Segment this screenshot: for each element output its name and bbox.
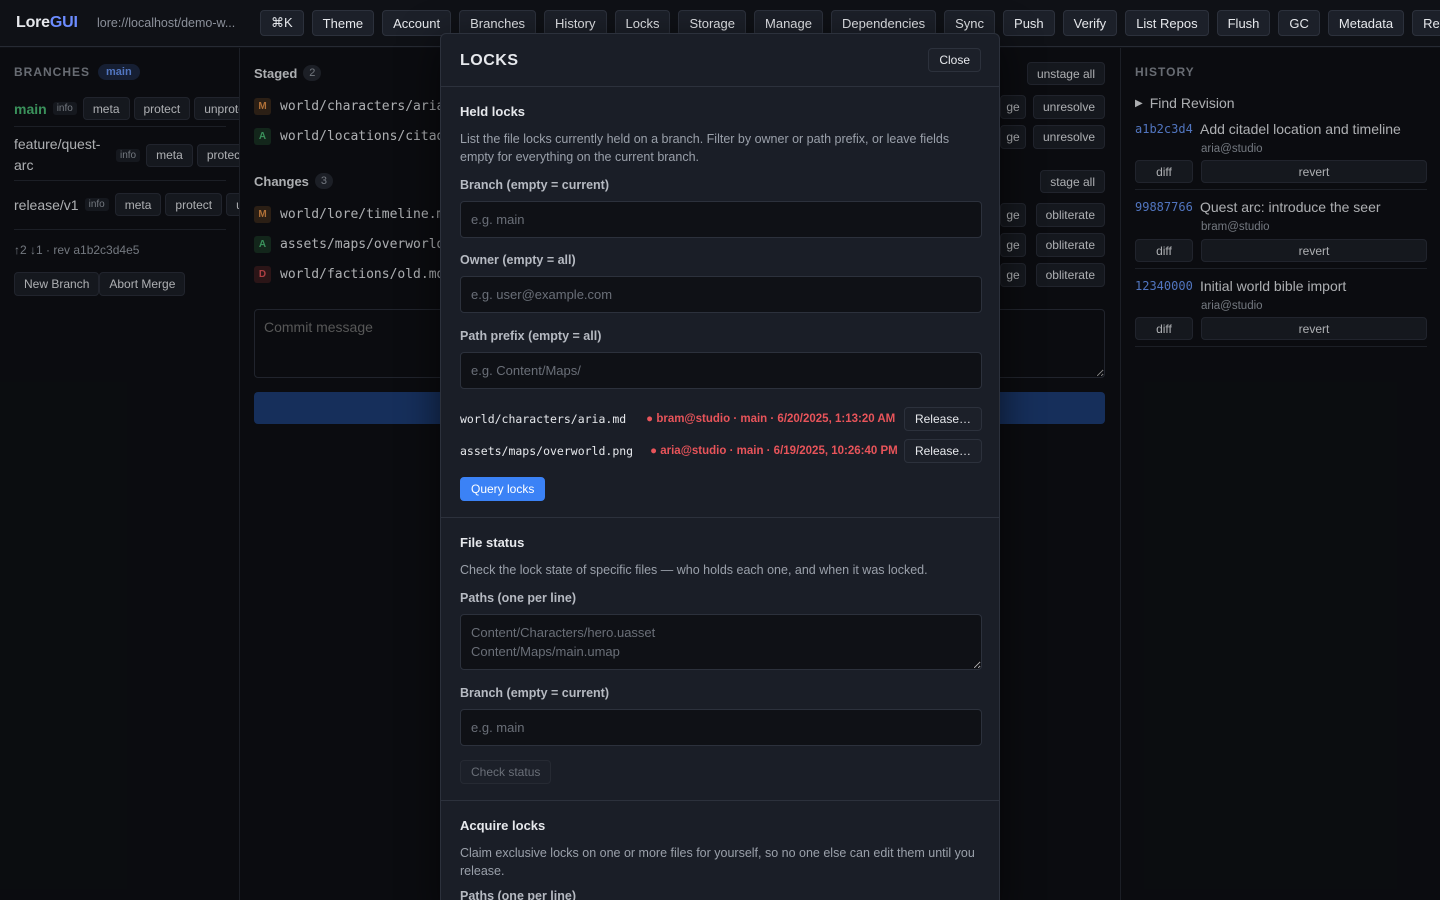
divider xyxy=(441,86,999,87)
divider xyxy=(441,800,999,801)
branch-label: Branch (empty = current) xyxy=(460,178,609,192)
account-button[interactable]: Account xyxy=(382,10,452,36)
refresh-button[interactable]: Refresh xyxy=(1412,10,1440,36)
divider xyxy=(441,517,999,518)
close-button[interactable]: Close xyxy=(928,48,981,72)
locks-modal: LOCKS Close Held locks List the file loc… xyxy=(440,33,1000,900)
query-locks-button[interactable]: Query locks xyxy=(460,477,546,501)
release-lock-button[interactable]: Release… xyxy=(903,407,982,431)
owner-label: Owner (empty = all) xyxy=(460,253,576,267)
release-lock-button[interactable]: Release… xyxy=(903,439,982,463)
paths-label: Paths (one per line) xyxy=(460,889,576,900)
verify-button[interactable]: Verify xyxy=(1062,10,1118,36)
lock-meta: ● aria@studio · main · 6/19/2025, 10:26:… xyxy=(650,445,898,457)
held-locks-heading: Held locks xyxy=(460,104,526,119)
check-status-button[interactable]: Check status xyxy=(460,760,552,784)
flush-button[interactable]: Flush xyxy=(1216,10,1271,36)
acquire-locks-description: Claim exclusive locks on one or more fil… xyxy=(460,846,975,878)
metadata-button[interactable]: Metadata xyxy=(1327,10,1405,36)
status-paths-textarea[interactable] xyxy=(460,614,982,670)
file-status-description: Check the lock state of specific files —… xyxy=(460,563,928,577)
list-repos-button[interactable]: List Repos xyxy=(1125,10,1209,36)
lock-meta: ● bram@studio · main · 6/20/2025, 1:13:2… xyxy=(646,413,896,425)
theme-button[interactable]: Theme xyxy=(311,10,375,36)
file-status-heading: File status xyxy=(460,535,525,550)
held-branch-input[interactable] xyxy=(460,201,982,238)
lock-row: world/characters/aria.md ● bram@studio ·… xyxy=(460,407,982,431)
lock-path: assets/maps/overworld.png xyxy=(460,444,634,458)
held-locks-description: List the file locks currently held on a … xyxy=(460,132,950,164)
paths-label: Paths (one per line) xyxy=(460,591,576,605)
path-prefix-input[interactable] xyxy=(460,352,982,389)
push-button[interactable]: Push xyxy=(1003,10,1055,36)
lock-path: world/characters/aria.md xyxy=(460,412,627,426)
acquire-locks-heading: Acquire locks xyxy=(460,818,546,833)
app-logo: LoreGUI xyxy=(16,14,78,31)
command-palette-button[interactable]: ⌘K xyxy=(260,10,304,36)
branch-label: Branch (empty = current) xyxy=(460,686,609,700)
path-prefix-label: Path prefix (empty = all) xyxy=(460,329,602,343)
modal-title: LOCKS xyxy=(460,52,519,69)
repo-url: lore://localhost/demo-w... xyxy=(97,16,236,30)
owner-input[interactable] xyxy=(460,276,982,313)
lock-row: assets/maps/overworld.png ● aria@studio … xyxy=(460,439,982,463)
status-branch-input[interactable] xyxy=(460,709,982,746)
gc-button[interactable]: GC xyxy=(1278,10,1320,36)
